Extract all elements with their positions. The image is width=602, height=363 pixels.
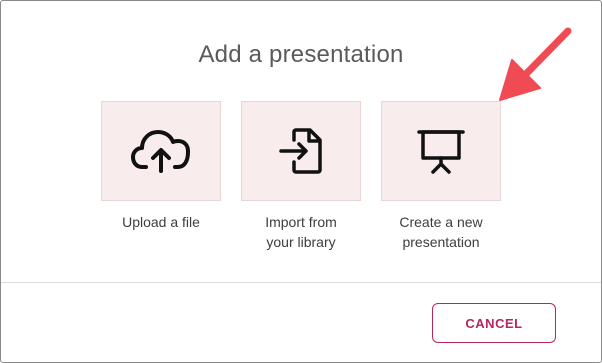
upload-file-option[interactable]: Upload a file [101, 101, 221, 232]
import-library-option[interactable]: Import from your library [241, 101, 361, 252]
upload-file-label: Upload a file [122, 214, 200, 230]
dialog-title: Add a presentation [198, 41, 404, 68]
upload-file-tile[interactable] [101, 101, 221, 201]
footer-divider [1, 282, 601, 283]
cancel-button[interactable]: CANCEL [432, 303, 556, 343]
import-library-tile[interactable] [241, 101, 361, 201]
create-presentation-label: Create a new presentation [399, 214, 483, 250]
add-presentation-dialog: Add a presentation Upload a file Import … [0, 0, 602, 363]
create-presentation-option[interactable]: Create a new presentation [381, 101, 501, 252]
create-presentation-tile[interactable] [381, 101, 501, 201]
presentation-screen-icon [417, 130, 465, 174]
cloud-upload-icon [131, 130, 190, 173]
import-library-label: Import from your library [265, 214, 337, 250]
file-import-icon [279, 128, 322, 174]
